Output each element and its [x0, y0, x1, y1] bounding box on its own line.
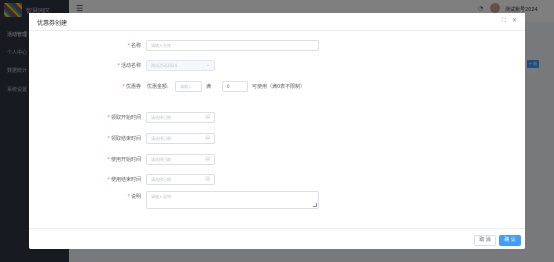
cancel-button[interactable]: 取 消 — [474, 235, 496, 246]
form-row-receive-end: *领取结束时间 请选择日期 ▤ — [29, 133, 525, 145]
form-row-coupon: *优惠券 优惠金额: 请输入 满 0 可使用（满0表不限制） — [29, 81, 525, 93]
threshold-input[interactable]: 0 — [222, 81, 248, 92]
calendar-icon: ▤ — [205, 156, 210, 162]
name-label: *名称 — [127, 43, 141, 49]
chevron-down-icon: ⌄ — [205, 62, 210, 68]
resize-handle-icon[interactable] — [313, 203, 317, 207]
name-input[interactable]: 请输入名称 — [146, 40, 319, 51]
form-row-activity: *活动名称 测试活动2024 ⌄ — [29, 60, 525, 72]
activity-select: 测试活动2024 ⌄ — [146, 60, 215, 71]
activity-label: *活动名称 — [117, 63, 141, 69]
calendar-icon: ▤ — [205, 176, 210, 182]
threshold-prefix: 满 — [206, 84, 212, 90]
form-row-use-end: *使用结束时间 请选择日期 ▤ — [29, 174, 525, 186]
description-textarea[interactable]: 请输入说明 — [146, 191, 319, 209]
threshold-hint: 可使用（满0表不限制） — [252, 84, 306, 90]
use-start-datepicker[interactable]: 请选择日期 ▤ — [146, 154, 215, 165]
receive-end-label: *领取结束时间 — [107, 136, 141, 142]
use-end-label: *使用结束时间 — [107, 177, 141, 183]
confirm-button[interactable]: 确 认 — [499, 235, 521, 246]
use-start-label: *使用开始时间 — [107, 157, 141, 163]
amount-label: 优惠金额: — [147, 84, 169, 90]
form-row-name: *名称 请输入名称 — [29, 40, 525, 52]
calendar-icon: ▤ — [205, 135, 210, 141]
dialog-header: 优惠券创建 ⛶ ✕ — [29, 13, 525, 29]
dialog-footer: 取 消 确 认 — [29, 228, 525, 249]
receive-start-label: *领取开始时间 — [107, 115, 141, 121]
receive-end-datepicker[interactable]: 请选择日期 ▤ — [146, 133, 215, 144]
coupon-label: *优惠券 — [122, 84, 141, 90]
form-row-use-start: *使用开始时间 请选择日期 ▤ — [29, 154, 525, 166]
amount-input[interactable]: 请输入 — [175, 81, 202, 92]
form-row-description: *说明 请输入说明 — [29, 191, 525, 209]
dialog-title: 优惠券创建 — [37, 20, 68, 27]
coupon-create-dialog: 优惠券创建 ⛶ ✕ *名称 请输入名称 *活动名称 测试活动2024 ⌄ *优惠券… — [29, 13, 525, 249]
maximize-icon[interactable]: ⛶ — [502, 17, 506, 25]
use-end-datepicker[interactable]: 请选择日期 ▤ — [146, 174, 215, 185]
form-row-receive-start: *领取开始时间 请选择日期 ▤ — [29, 112, 525, 124]
close-icon[interactable]: ✕ — [512, 17, 517, 25]
receive-start-datepicker[interactable]: 请选择日期 ▤ — [146, 112, 215, 123]
calendar-icon: ▤ — [205, 114, 210, 120]
description-label: *说明 — [127, 194, 141, 200]
dialog-body: *名称 请输入名称 *活动名称 测试活动2024 ⌄ *优惠券 优惠金额: 请输入… — [29, 30, 525, 228]
